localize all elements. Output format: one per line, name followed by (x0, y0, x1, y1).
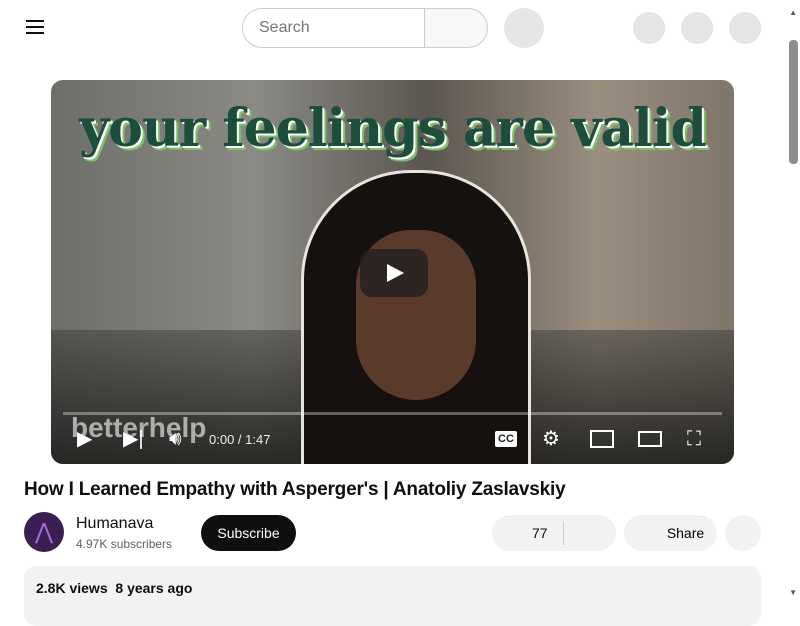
view-count: 2.8K views (36, 580, 108, 596)
captions-icon[interactable]: CC (495, 431, 517, 447)
upload-date: 8 years ago (115, 580, 193, 596)
description-box[interactable]: 2.8K views 8 years ago (24, 566, 761, 626)
play-button-large[interactable] (360, 249, 428, 297)
menu-icon[interactable] (26, 20, 46, 36)
fullscreen-icon[interactable]: ⛶ (687, 427, 701, 451)
miniplayer-icon[interactable] (590, 430, 614, 448)
video-title: How I Learned Empathy with Asperger's | … (24, 479, 566, 500)
divider (563, 521, 564, 545)
settings-icon[interactable]: ⚙ (542, 427, 560, 451)
scroll-up-arrow[interactable]: ▲ (789, 8, 797, 17)
create-button[interactable] (633, 12, 665, 44)
theater-mode-icon[interactable] (638, 431, 662, 447)
search-input[interactable] (242, 8, 425, 48)
subscribe-button[interactable]: Subscribe (201, 515, 296, 551)
scroll-down-arrow[interactable]: ▼ (789, 588, 797, 597)
channel-avatar[interactable]: ⋀ (24, 512, 64, 552)
like-count: 77 (532, 525, 548, 541)
play-icon[interactable]: ▶ (77, 427, 92, 451)
progress-bar[interactable] (63, 412, 722, 415)
next-icon[interactable]: ▶| (123, 427, 144, 451)
scrollbar-thumb[interactable] (789, 40, 798, 164)
account-avatar[interactable] (729, 12, 761, 44)
subscriber-count: 4.97K subscribers (76, 537, 173, 551)
volume-icon[interactable]: 🔊︎ (169, 427, 182, 451)
like-dislike-button[interactable]: 77 (492, 515, 616, 551)
notifications-button[interactable] (681, 12, 713, 44)
mic-button[interactable] (504, 8, 544, 48)
thumbnail-title: your feelings are valid (79, 98, 707, 159)
time-display: 0:00 / 1:47 (209, 432, 271, 447)
video-player[interactable]: your feelings are valid betterhelp ▶ ▶| … (51, 80, 734, 464)
more-actions-button[interactable] (725, 515, 761, 551)
search-button[interactable] (424, 8, 488, 48)
share-button[interactable]: Share (624, 515, 717, 551)
channel-name[interactable]: Humanava (76, 515, 153, 533)
